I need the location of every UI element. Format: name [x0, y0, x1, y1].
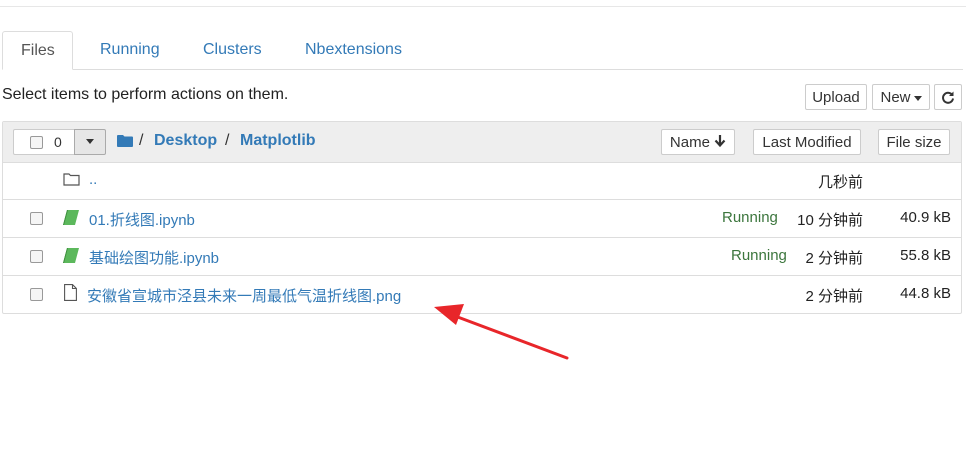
annotation-arrow-icon [434, 304, 569, 360]
